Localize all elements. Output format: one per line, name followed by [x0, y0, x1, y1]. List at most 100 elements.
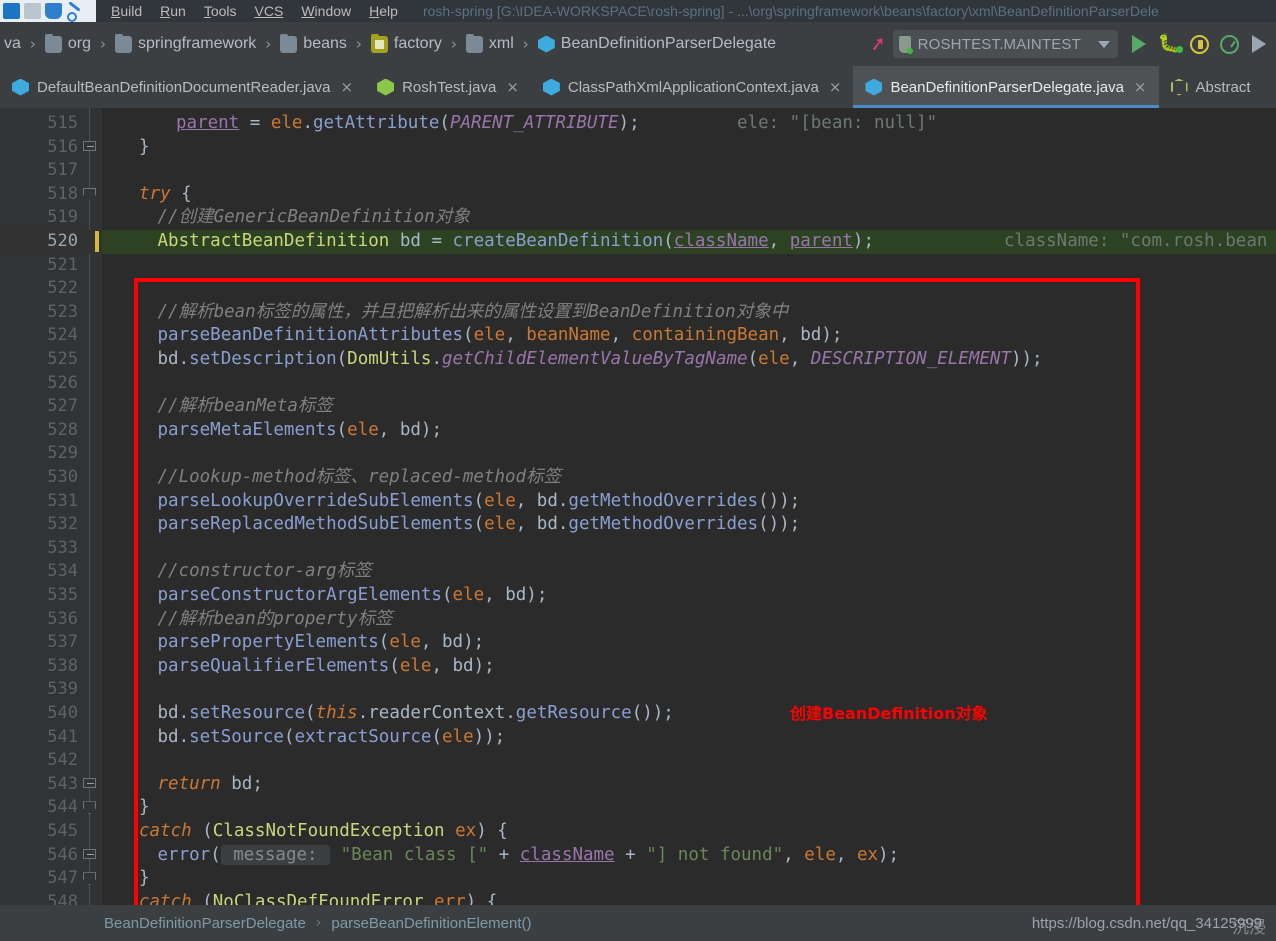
idea-window: Build Run Tools VCS Window Help rosh-spr… [0, 0, 1276, 941]
code-text: AbstractBeanDefinition bd = createBeanDe… [102, 230, 874, 254]
code-text: parseConstructorArgElements(ele, bd); [102, 584, 547, 608]
breadcrumb-separator: › [356, 35, 362, 53]
code-line[interactable]: 533 [0, 537, 1276, 561]
code-line[interactable]: 544} [0, 796, 1276, 820]
code-line[interactable]: 527//解析beanMeta标签 [0, 395, 1276, 419]
build-button[interactable]: ➚ [863, 29, 893, 59]
editor-tab-label: DefaultBeanDefinitionDocumentReader.java [37, 79, 331, 96]
code-line[interactable]: 535 parseConstructorArgElements(ele, bd); [0, 584, 1276, 608]
close-icon[interactable]: × [506, 80, 519, 95]
editor-tab-defaultbeandefinitiondocumentreader[interactable]: DefaultBeanDefinitionDocumentReader.java… [0, 66, 365, 108]
code-line[interactable]: 524parseBeanDefinitionAttributes(ele, be… [0, 324, 1276, 348]
code-text: bd.setResource(this.readerContext.getRes… [102, 702, 674, 726]
menu-items: Build Run Tools VCS Window Help [96, 0, 407, 22]
code-line[interactable]: 543return bd; [0, 773, 1276, 797]
status-crumb-method[interactable]: parseBeanDefinitionElement() [331, 915, 531, 932]
breadcrumb-item-factory[interactable]: factory [369, 35, 444, 53]
code-line[interactable]: 526 [0, 372, 1276, 396]
close-icon[interactable]: × [1134, 80, 1147, 95]
code-line[interactable]: 529 [0, 442, 1276, 466]
line-number: 544 [0, 796, 78, 820]
breadcrumb-item-beandefinitionparserdelegate[interactable]: BeanDefinitionParserDelegate [536, 35, 778, 53]
code-line[interactable]: 519//创建GenericBeanDefinition对象 [0, 206, 1276, 230]
editor-tab-bar: DefaultBeanDefinitionDocumentReader.java… [0, 66, 1276, 108]
status-crumb-separator: › [316, 915, 322, 931]
menu-help[interactable]: Help [360, 0, 407, 22]
fold-minus-icon[interactable] [83, 141, 96, 154]
fold-down-icon[interactable] [83, 801, 96, 814]
code-line[interactable]: 531parseLookupOverrideSubElements(ele, b… [0, 490, 1276, 514]
code-line[interactable]: 534//constructor-arg标签 [0, 560, 1276, 584]
close-icon[interactable]: × [829, 80, 842, 95]
breadcrumb: va›org›springframework›beans›factory›xml… [0, 35, 778, 53]
editor-tab-roshtest[interactable]: RoshTest.java× [365, 66, 531, 108]
code-line[interactable]: 516} [0, 136, 1276, 160]
tool-icon[interactable] [66, 3, 83, 19]
line-number: 521 [0, 254, 78, 278]
code-line[interactable]: 545catch (ClassNotFoundException ex) { [0, 820, 1276, 844]
breadcrumb-item-xml[interactable]: xml [464, 35, 516, 53]
menu-window[interactable]: Window [292, 0, 360, 22]
code-line[interactable]: 530//Lookup-method标签、replaced-method标签 [0, 466, 1276, 490]
code-line[interactable]: 528parseMetaElements(ele, bd); [0, 419, 1276, 443]
code-line[interactable]: 541bd.setSource(extractSource(ele)); [0, 726, 1276, 750]
menu-build[interactable]: Build [102, 0, 151, 22]
fold-down-icon[interactable] [83, 188, 96, 201]
breadcrumb-item-springframework[interactable]: springframework [113, 35, 258, 53]
breadcrumb-separator: › [523, 35, 529, 53]
line-number: 525 [0, 348, 78, 372]
code-line[interactable]: 538parseQualifierElements(ele, bd); [0, 655, 1276, 679]
code-line[interactable]: 523//解析bean标签的属性，并且把解析出来的属性设置到BeanDefini… [0, 301, 1276, 325]
editor-tab-beandefinitionparserdelegate[interactable]: BeanDefinitionParserDelegate.java× [853, 66, 1158, 108]
line-number: 535 [0, 584, 78, 608]
class-icon [538, 36, 555, 53]
code-line[interactable]: 532 parseReplacedMethodSubElements(ele, b… [0, 513, 1276, 537]
code-line[interactable]: 539 [0, 678, 1276, 702]
status-crumb-class[interactable]: BeanDefinitionParserDelegate [104, 915, 306, 932]
breadcrumb-item-beans[interactable]: beans [278, 35, 349, 53]
code-line[interactable]: 520AbstractBeanDefinition bd = createBea… [0, 230, 1276, 254]
editor-tab-classpathxmlapplicationcontext[interactable]: ClassPathXmlApplicationContext.java× [531, 66, 854, 108]
code-line[interactable]: 546error( message: "Bean class [" + clas… [0, 844, 1276, 868]
code-line[interactable]: 521 [0, 254, 1276, 278]
run-configuration-selector[interactable]: ROSHTEST.MAINTEST [893, 30, 1118, 58]
breadcrumb-item-org[interactable]: org [43, 35, 93, 53]
coverage-button[interactable] [1184, 29, 1214, 59]
line-number: 540 [0, 702, 78, 726]
profile-button[interactable] [1214, 29, 1244, 59]
close-icon[interactable]: × [341, 80, 354, 95]
code-line[interactable]: 517 [0, 159, 1276, 183]
code-line[interactable]: 525bd.setDescription(DomUtils.getChildEl… [0, 348, 1276, 372]
idea-icon[interactable] [45, 3, 62, 19]
code-line[interactable]: 536//解析bean的property标签 [0, 608, 1276, 632]
code-line[interactable]: 522 [0, 277, 1276, 301]
run-more-button[interactable] [1244, 29, 1274, 59]
code-line[interactable]: 547} [0, 867, 1276, 891]
fold-down-icon[interactable] [83, 872, 96, 885]
menu-tools-rest: ools [211, 3, 237, 19]
code-line[interactable]: 540 bd.setResource(this.readerContext.get… [0, 702, 1276, 726]
menu-run[interactable]: Run [151, 0, 195, 22]
breadcrumb-item-va[interactable]: va [2, 35, 23, 53]
fold-minus-icon[interactable] [83, 778, 96, 791]
code-line[interactable]: 515parent = ele.getAttribute(PARENT_ATTR… [0, 112, 1276, 136]
code-line[interactable]: 542 [0, 749, 1276, 773]
menu-tools[interactable]: Tools [195, 0, 246, 22]
code-line[interactable]: 548catch (NoClassDefFoundError err) { [0, 891, 1276, 905]
fold-minus-icon[interactable] [83, 849, 96, 862]
code-text: parseReplacedMethodSubElements(ele, bd.g… [102, 513, 800, 537]
navigation-bar: va›org›springframework›beans›factory›xml… [0, 22, 1276, 66]
line-number: 532 [0, 513, 78, 537]
code-editor[interactable]: 515parent = ele.getAttribute(PARENT_ATTR… [0, 108, 1276, 905]
chevron-down-icon[interactable] [1098, 41, 1110, 48]
run-button[interactable] [1124, 29, 1154, 59]
menu-vcs[interactable]: VCS [246, 0, 293, 22]
code-line[interactable]: 518try { [0, 183, 1276, 207]
code-line[interactable]: 537parsePropertyElements(ele, bd); [0, 631, 1276, 655]
debug-button[interactable]: 🐛 [1154, 29, 1184, 59]
line-number: 538 [0, 655, 78, 679]
editor-tab-abstract[interactable]: Abstract [1159, 66, 1263, 108]
code-text: bd.setSource(extractSource(ele)); [102, 726, 505, 750]
window-icon[interactable] [24, 3, 41, 19]
explorer-icon[interactable] [3, 3, 20, 19]
